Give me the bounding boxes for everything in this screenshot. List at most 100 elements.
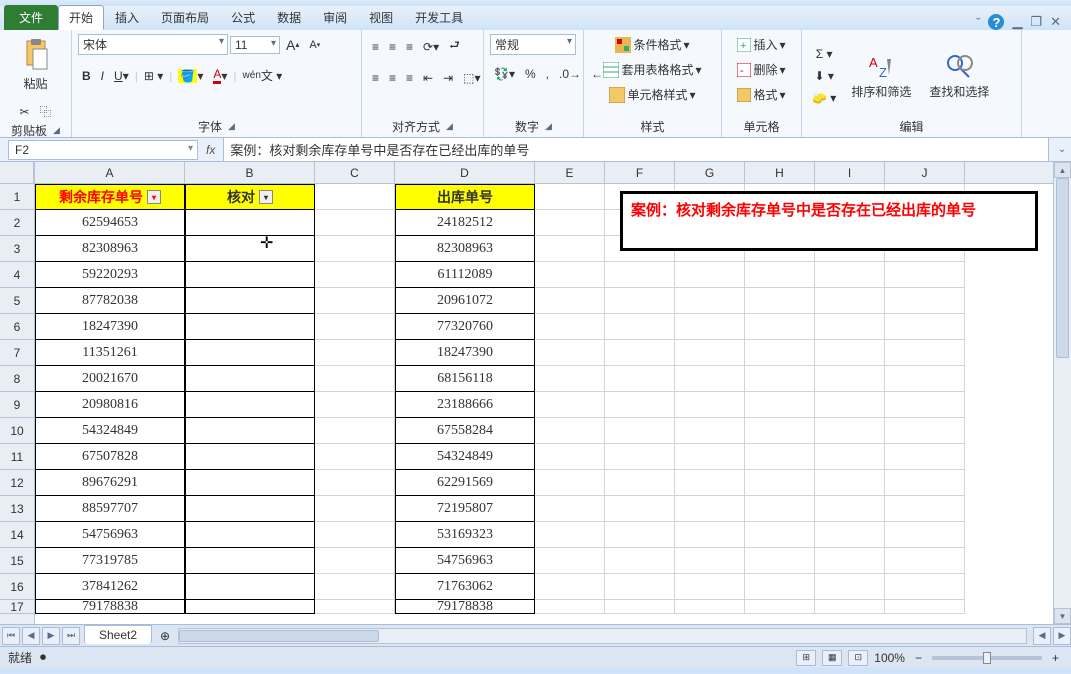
tab-first-icon[interactable]: ⏮ [2, 627, 20, 645]
cell[interactable] [885, 392, 965, 418]
align-left-icon[interactable]: ≡ [368, 69, 383, 87]
cell[interactable] [815, 340, 885, 366]
fill-icon[interactable]: ⬇ ▾ [808, 67, 840, 85]
filter-button[interactable]: ▾ [147, 190, 161, 204]
cell[interactable]: 61112089 [395, 262, 535, 288]
cell[interactable] [315, 236, 395, 262]
cell[interactable] [535, 548, 605, 574]
cell[interactable] [605, 548, 675, 574]
cell[interactable]: 88597707 [35, 496, 185, 522]
cell[interactable] [745, 470, 815, 496]
zoom-level[interactable]: 100% [874, 651, 905, 665]
cell[interactable] [315, 418, 395, 444]
cell[interactable]: 核对▾ [185, 184, 315, 210]
cell[interactable] [675, 548, 745, 574]
underline-button[interactable]: U ▾ [110, 67, 133, 85]
cell[interactable] [885, 496, 965, 522]
align-launcher[interactable]: ◢ [446, 121, 453, 132]
cell[interactable]: 77320760 [395, 314, 535, 340]
cell[interactable]: 11351261 [35, 340, 185, 366]
cell[interactable] [535, 366, 605, 392]
cell[interactable] [815, 444, 885, 470]
cell[interactable]: 53169323 [395, 522, 535, 548]
formula-expand-icon[interactable]: ⌄ [1053, 144, 1071, 155]
percent-icon[interactable]: % [521, 65, 540, 83]
cell[interactable] [605, 574, 675, 600]
cell[interactable] [535, 470, 605, 496]
copy-icon[interactable]: ⿻ [36, 101, 56, 122]
cell[interactable] [885, 522, 965, 548]
scroll-up-icon[interactable]: ▲ [1054, 162, 1071, 178]
cell[interactable] [815, 314, 885, 340]
cell[interactable]: 54324849 [395, 444, 535, 470]
cell[interactable]: 20961072 [395, 288, 535, 314]
tab-layout[interactable]: 页面布局 [150, 5, 220, 30]
tab-data[interactable]: 数据 [266, 5, 312, 30]
delete-cells-button[interactable]: -删除 ▾ [728, 59, 795, 80]
cell[interactable] [815, 470, 885, 496]
help-icon[interactable]: ? [988, 14, 1004, 30]
cell[interactable] [605, 418, 675, 444]
sort-filter-button[interactable]: AZ 排序和筛选 [844, 34, 918, 118]
cell[interactable] [815, 522, 885, 548]
number-launcher[interactable]: ◢ [545, 121, 552, 132]
cell[interactable] [535, 444, 605, 470]
cell[interactable]: 62291569 [395, 470, 535, 496]
cell[interactable] [745, 548, 815, 574]
fx-button[interactable]: fx [198, 143, 223, 157]
cell[interactable] [605, 262, 675, 288]
cell[interactable] [185, 418, 315, 444]
row-header-11[interactable]: 11 [0, 444, 34, 470]
cell[interactable] [315, 340, 395, 366]
cell[interactable] [605, 366, 675, 392]
cell[interactable] [745, 314, 815, 340]
row-header-15[interactable]: 15 [0, 548, 34, 574]
cell[interactable] [185, 522, 315, 548]
cell[interactable] [315, 392, 395, 418]
cell[interactable] [605, 522, 675, 548]
cell[interactable] [675, 418, 745, 444]
row-header-9[interactable]: 9 [0, 392, 34, 418]
cell[interactable] [535, 522, 605, 548]
border-button[interactable]: ⊞ ▾ [140, 67, 167, 85]
cell[interactable] [745, 574, 815, 600]
cell[interactable] [885, 340, 965, 366]
cell[interactable] [745, 392, 815, 418]
col-header-H[interactable]: H [745, 162, 815, 183]
cut-icon[interactable]: ✂ [15, 103, 33, 121]
align-right-icon[interactable]: ≡ [402, 69, 417, 87]
cell[interactable] [185, 288, 315, 314]
filter-button[interactable]: ▾ [259, 190, 273, 204]
cell[interactable] [815, 262, 885, 288]
cell[interactable] [745, 366, 815, 392]
row-header-17[interactable]: 17 [0, 600, 34, 614]
cell[interactable]: 37841262 [35, 574, 185, 600]
font-launcher[interactable]: ◢ [228, 121, 235, 132]
cell[interactable] [315, 366, 395, 392]
cell[interactable] [535, 496, 605, 522]
cell[interactable] [675, 600, 745, 614]
cell[interactable] [885, 574, 965, 600]
cell[interactable]: 20021670 [35, 366, 185, 392]
cell[interactable] [605, 392, 675, 418]
cell[interactable] [315, 574, 395, 600]
cell[interactable] [605, 314, 675, 340]
name-box[interactable]: F2 [8, 140, 198, 160]
row-header-10[interactable]: 10 [0, 418, 34, 444]
zoom-out-icon[interactable]: − [911, 649, 926, 667]
row-header-2[interactable]: 2 [0, 210, 34, 236]
cell[interactable] [675, 470, 745, 496]
cell[interactable] [315, 210, 395, 236]
cell[interactable] [815, 574, 885, 600]
cell[interactable] [885, 366, 965, 392]
cell[interactable] [315, 184, 395, 210]
cell[interactable]: 89676291 [35, 470, 185, 496]
cell[interactable] [815, 366, 885, 392]
cell[interactable] [885, 444, 965, 470]
cell[interactable] [815, 288, 885, 314]
scroll-down-icon[interactable]: ▼ [1054, 608, 1071, 624]
cell[interactable]: 68156118 [395, 366, 535, 392]
cell[interactable] [535, 236, 605, 262]
col-header-G[interactable]: G [675, 162, 745, 183]
tab-dev[interactable]: 开发工具 [404, 5, 474, 30]
